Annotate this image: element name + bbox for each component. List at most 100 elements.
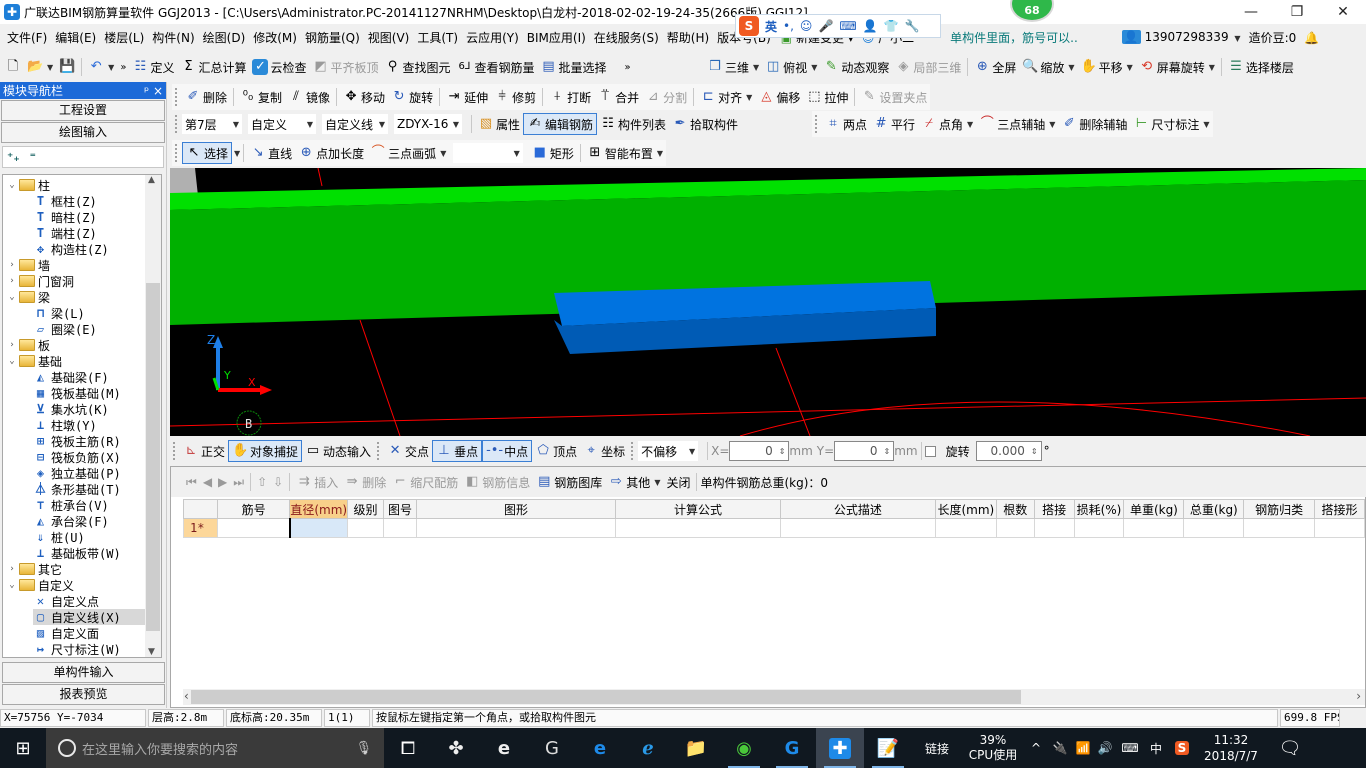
table-cell[interactable]	[1313, 518, 1365, 538]
merge-button[interactable]: ⍡ 合并	[594, 86, 642, 108]
floor-select[interactable]: 第7层 ▼	[182, 114, 242, 134]
split-button[interactable]: ⊿ 分割	[642, 86, 690, 108]
tree-item[interactable]: ↦ 尺寸标注(W)	[33, 641, 121, 657]
collapse-all-icon[interactable]: ⁼	[30, 150, 36, 164]
tree-folder[interactable]: › 板	[7, 337, 50, 353]
table-cell[interactable]	[1033, 518, 1075, 538]
taskbar-app-g[interactable]: G	[528, 728, 576, 768]
taskbar-app-explorer[interactable]: 📁	[672, 728, 720, 768]
ime-toolbar[interactable]: S 英 •, ☺ 🎤 ⌨ 👤 👕 🔧	[735, 14, 941, 38]
shirt-icon[interactable]: 👕	[884, 19, 899, 33]
menu-item[interactable]: 工具(T)	[413, 24, 462, 52]
find-element-button[interactable]: ⚲ 查找图元	[382, 56, 454, 78]
menu-item[interactable]: BIM应用(I)	[523, 24, 590, 52]
sogou-tray-icon[interactable]: S	[1168, 741, 1196, 755]
new-file-button[interactable]: 🗋	[2, 56, 24, 78]
object-snap-toggle[interactable]: ✋ 对象捕捉	[228, 440, 303, 462]
clock[interactable]: 11:32 2018/7/7	[1196, 732, 1266, 764]
properties-button[interactable]: ▧ 属性	[475, 113, 523, 135]
ime-punct-icon[interactable]: •,	[783, 19, 794, 33]
point-length-button[interactable]: ⊕ 点加长度	[295, 142, 367, 164]
open-file-button[interactable]: 📂 ▼	[24, 56, 56, 78]
tree-item[interactable]: ⊟ 筏板负筋(X)	[33, 449, 121, 465]
restore-button[interactable]: ❐	[1274, 0, 1320, 24]
bell-icon[interactable]: 🔔	[1300, 24, 1323, 52]
toolbar-grip[interactable]	[173, 442, 177, 460]
delete-row-button[interactable]: ⇛ 删除	[341, 471, 389, 493]
undo-button[interactable]: ↶ ▼	[85, 56, 117, 78]
menu-item[interactable]: 构件(N)	[148, 24, 198, 52]
overflow-button[interactable]: »	[622, 56, 634, 78]
taskbar-app-edge[interactable]: e	[576, 728, 624, 768]
taskbar-app-green[interactable]: ◉	[720, 728, 768, 768]
chevron-down-icon[interactable]: ⌄	[7, 580, 17, 590]
delete-axis-button[interactable]: ✐ 删除辅轴	[1058, 113, 1130, 135]
taskbar-app-ggj[interactable]: ✚	[816, 728, 864, 768]
menu-item[interactable]: 修改(M)	[249, 24, 301, 52]
offset-mode-select[interactable]: 不偏移 ▼	[638, 441, 699, 461]
ime-lang[interactable]: 英	[765, 18, 777, 35]
fullscreen-button[interactable]: ⊕ 全屏	[971, 56, 1019, 78]
tree-folder[interactable]: ⌄ 自定义	[7, 577, 74, 593]
screen-rotate-button[interactable]: ⟲ 屏幕旋转 ▼	[1136, 56, 1218, 78]
menu-item[interactable]: 视图(V)	[364, 24, 414, 52]
tree-item[interactable]: ▱ 圈梁(E)	[33, 321, 97, 337]
tree-folder[interactable]: › 门窗洞	[7, 273, 74, 289]
chevron-right-icon[interactable]: ›	[7, 340, 17, 350]
zoom-button[interactable]: 🔍 缩放 ▼	[1019, 56, 1077, 78]
save-button[interactable]: 💾	[56, 56, 78, 78]
rotate-checkbox[interactable]	[924, 445, 936, 457]
taskbar-app-glodon[interactable]: G	[768, 728, 816, 768]
tree-item[interactable]: ⊥ 柱墩(Y)	[33, 417, 97, 433]
column-header[interactable]: 计算公式	[615, 499, 781, 519]
select-floor-button[interactable]: ☰ 选择楼层	[1225, 56, 1297, 78]
menu-item[interactable]: 绘图(D)	[199, 24, 250, 52]
nav-close-button[interactable]: ×	[153, 84, 163, 98]
column-header[interactable]: 总重(kg)	[1183, 499, 1245, 519]
touch-keyboard-icon[interactable]: ⌨	[1116, 741, 1144, 755]
x-input[interactable]: 0 ⇕	[729, 441, 790, 461]
chevron-right-icon[interactable]: ›	[7, 260, 17, 270]
tree-item[interactable]: ✥ 构造柱(Z)	[33, 241, 109, 257]
tree-item[interactable]: T 框柱(Z)	[33, 193, 97, 209]
break-button[interactable]: ⍭ 打断	[546, 86, 594, 108]
view-rebar-button[interactable]: 6⅃ 查看钢筋量	[454, 56, 538, 78]
line-button[interactable]: ↘ 直线	[247, 142, 295, 164]
copy-button[interactable]: ⁰₀ 复制	[237, 86, 285, 108]
pick-component-button[interactable]: ✒ 拾取构件	[669, 113, 741, 135]
task-view-button[interactable]: ⧠	[384, 728, 432, 768]
table-cell[interactable]	[995, 518, 1035, 538]
scroll-left-icon[interactable]: ‹	[184, 689, 189, 703]
tree-item[interactable]: ✕ 自定义点	[33, 593, 99, 609]
arc-mode-select[interactable]: ▼	[453, 143, 523, 163]
table-cell[interactable]	[1183, 518, 1245, 538]
perpendicular-snap[interactable]: ⊥ 垂点	[432, 440, 483, 462]
link-toolbar[interactable]: 链接	[912, 740, 962, 757]
extend-button[interactable]: ⇥ 延伸	[443, 86, 491, 108]
tree-scrollbar[interactable]: ▲ ▼	[145, 175, 161, 657]
batch-select-button[interactable]: ▤ 批量选择	[538, 56, 610, 78]
chevron-down-icon[interactable]: ⌄	[7, 180, 17, 190]
column-header[interactable]: 钢筋归类	[1243, 499, 1315, 519]
component-select[interactable]: ZDYX-16 ▼	[394, 114, 462, 134]
toolbar-grip[interactable]	[175, 115, 179, 133]
tree-item[interactable]: T 暗柱(Z)	[33, 209, 97, 225]
viewport-canvas[interactable]: Z Y X B	[170, 168, 1366, 436]
menu-item[interactable]: 钢筋量(Q)	[301, 24, 364, 52]
tree-item[interactable]: ⊞ 筏板主筋(R)	[33, 433, 121, 449]
user-account[interactable]: 👤 13907298339 ▼	[1118, 23, 1245, 53]
tree-folder[interactable]: ⌄ 梁	[7, 289, 50, 305]
scroll-up-icon[interactable]: ▲	[148, 175, 155, 185]
tree-folder[interactable]: › 其它	[7, 561, 62, 577]
three-point-axis-button[interactable]: ⌒ 三点辅轴 ▼	[976, 113, 1058, 135]
menu-item[interactable]: 楼层(L)	[100, 24, 148, 52]
orbit-button[interactable]: ✎ 动态观察	[820, 56, 892, 78]
column-header[interactable]: 根数	[995, 499, 1035, 519]
table-cell[interactable]	[615, 518, 781, 538]
column-header[interactable]: 筋号	[216, 499, 291, 519]
insert-button[interactable]: ⇉ 插入	[293, 471, 341, 493]
close-panel-button[interactable]: 关闭	[663, 471, 693, 493]
vertex-snap[interactable]: ⬠ 顶点	[532, 440, 580, 462]
table-cell[interactable]	[216, 518, 291, 538]
menu-item[interactable]: 在线服务(S)	[590, 24, 663, 52]
